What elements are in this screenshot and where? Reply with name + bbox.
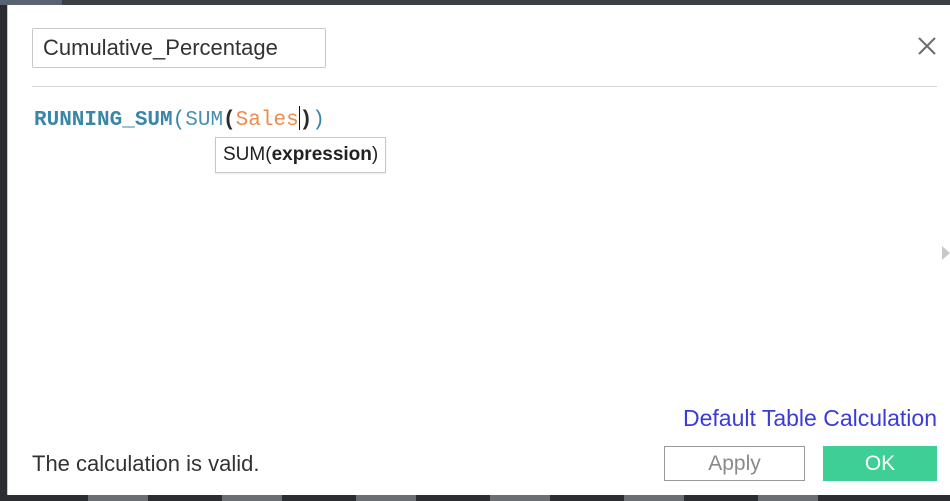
formula-open-inner: ( [223, 109, 236, 132]
close-button[interactable] [914, 33, 940, 59]
formula-function-inner: SUM [185, 109, 224, 132]
header-divider [32, 86, 937, 87]
validation-status: The calculation is valid. [32, 451, 260, 476]
tooltip-close-paren: ) [371, 144, 379, 165]
tooltip-function: SUM [223, 144, 266, 165]
tooltip-argument: expression [271, 144, 372, 165]
formula-close-inner: ) [299, 109, 313, 132]
apply-button[interactable]: Apply [664, 446, 805, 481]
close-icon [918, 37, 936, 55]
formula-function-outer: RUNNING_SUM [34, 109, 173, 132]
scroll-right-arrow-icon[interactable] [942, 246, 950, 260]
formula-open-outer: ( [172, 109, 186, 132]
formula-field: Sales [235, 109, 299, 132]
formula-editor[interactable]: RUNNING_SUM(SUM(Sales)) [34, 106, 325, 134]
function-signature-tooltip: SUM(expression) [215, 137, 387, 173]
formula-close-outer: ) [312, 109, 325, 132]
ok-button[interactable]: OK [823, 446, 937, 481]
calculation-editor-dialog: RUNNING_SUM(SUM(Sales)) SUM(expression) … [7, 5, 950, 495]
window-bottom-strip [0, 495, 950, 501]
calculation-name-field[interactable] [32, 28, 326, 68]
default-table-calculation-link[interactable]: Default Table Calculation [683, 405, 937, 432]
